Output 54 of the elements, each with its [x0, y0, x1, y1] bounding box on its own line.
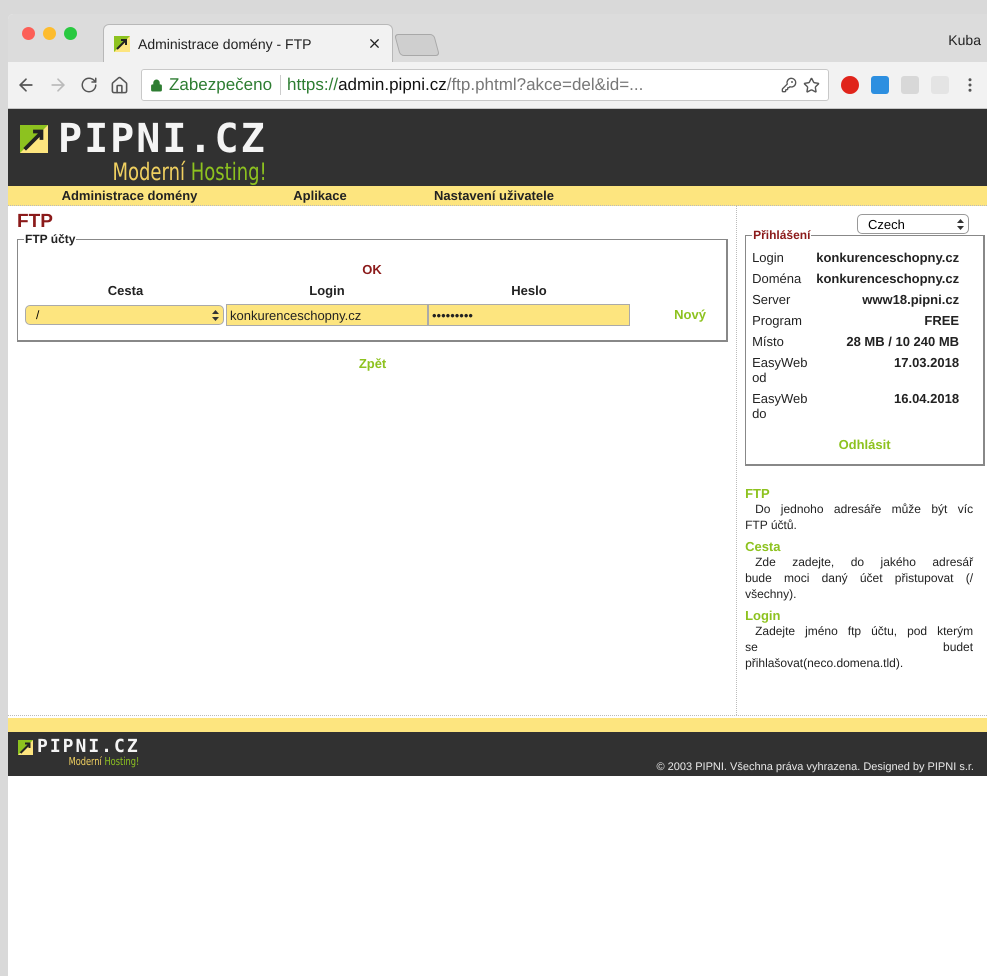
updown-icon: [957, 218, 964, 230]
info-value: konkurenceschopny.cz: [815, 250, 960, 265]
copyright-text: © 2003 PIPNI. Všechna práva vyhrazena. Designed by PIPNI s.r.: [656, 761, 974, 773]
site-icon: [114, 36, 130, 52]
column-header: Heslo: [510, 283, 548, 298]
home-icon[interactable]: [110, 76, 129, 94]
profile-name[interactable]: Kuba: [948, 32, 981, 48]
panel-legend: FTP účty: [24, 232, 76, 246]
page-title: FTP: [17, 212, 54, 232]
logo-mark-icon: [20, 125, 48, 153]
updown-icon: [212, 310, 219, 320]
info-label: Login: [752, 250, 785, 265]
logo-text: PIPNI.CZ: [37, 738, 140, 756]
info-value: 17.03.2018: [893, 355, 960, 372]
help-text: Zadejte jméno ftp účtu, pod kterým se budet přihlašovat(neco.domena.tld).: [745, 623, 974, 671]
panel-legend: Přihlášení: [752, 228, 812, 242]
reload-icon[interactable]: [80, 76, 98, 94]
help-title: FTP: [745, 486, 771, 501]
close-window-icon[interactable]: [22, 27, 35, 40]
help-title: Cesta: [745, 539, 782, 554]
info-value: konkurenceschopny.cz: [815, 271, 960, 286]
column-header: Cesta: [106, 283, 144, 298]
info-value: 28 MB / 10 240 MB: [845, 334, 960, 349]
language-select[interactable]: Czech: [857, 214, 969, 234]
star-icon[interactable]: [803, 76, 820, 94]
info-value: www18.pipni.cz: [861, 292, 960, 307]
tagline: Moderní Hosting!: [112, 159, 267, 186]
login-field[interactable]: konkurenceschopny.cz: [226, 304, 428, 326]
help-text: Zde zadejte, do jakého adresář bude moci daný účet přistupovat (/ všechny).: [745, 554, 974, 602]
info-label: Doména: [752, 271, 802, 286]
status-message: OK: [361, 262, 383, 277]
info-label: EasyWeb od: [752, 355, 808, 385]
info-value: FREE: [923, 313, 960, 328]
info-label: Server: [752, 292, 792, 307]
logo-text: PIPNI.CZ: [58, 119, 267, 159]
key-icon[interactable]: [781, 77, 797, 93]
column-header: Login: [308, 283, 346, 298]
password-field[interactable]: •••••••••: [428, 304, 630, 326]
browser-tab[interactable]: Administrace domény - FTP: [103, 24, 393, 62]
info-value: 16.04.2018: [893, 391, 960, 408]
path-select[interactable]: /: [25, 305, 224, 325]
address-bar[interactable]: Zabezpečeno https://admin.pipni.cz/ftp.phtml?akce=del&id=...: [141, 69, 829, 101]
close-tab-icon[interactable]: [367, 36, 382, 51]
logo-mark-icon: [18, 740, 33, 755]
lock-icon: [150, 78, 163, 92]
help-title: Login: [745, 608, 782, 623]
info-label: EasyWeb do: [752, 391, 808, 421]
nav-link[interactable]: Nastavení uživatele: [389, 188, 599, 203]
tagline: Moderní Hosting!: [68, 756, 140, 768]
nav-link[interactable]: Aplikace: [251, 188, 389, 203]
info-label: Program: [752, 313, 803, 328]
nav-link[interactable]: Administrace domény: [8, 188, 251, 203]
help-text: Do jednoho adresáře může být víc FTP účtů.: [745, 501, 974, 533]
info-label: Místo: [752, 334, 785, 349]
